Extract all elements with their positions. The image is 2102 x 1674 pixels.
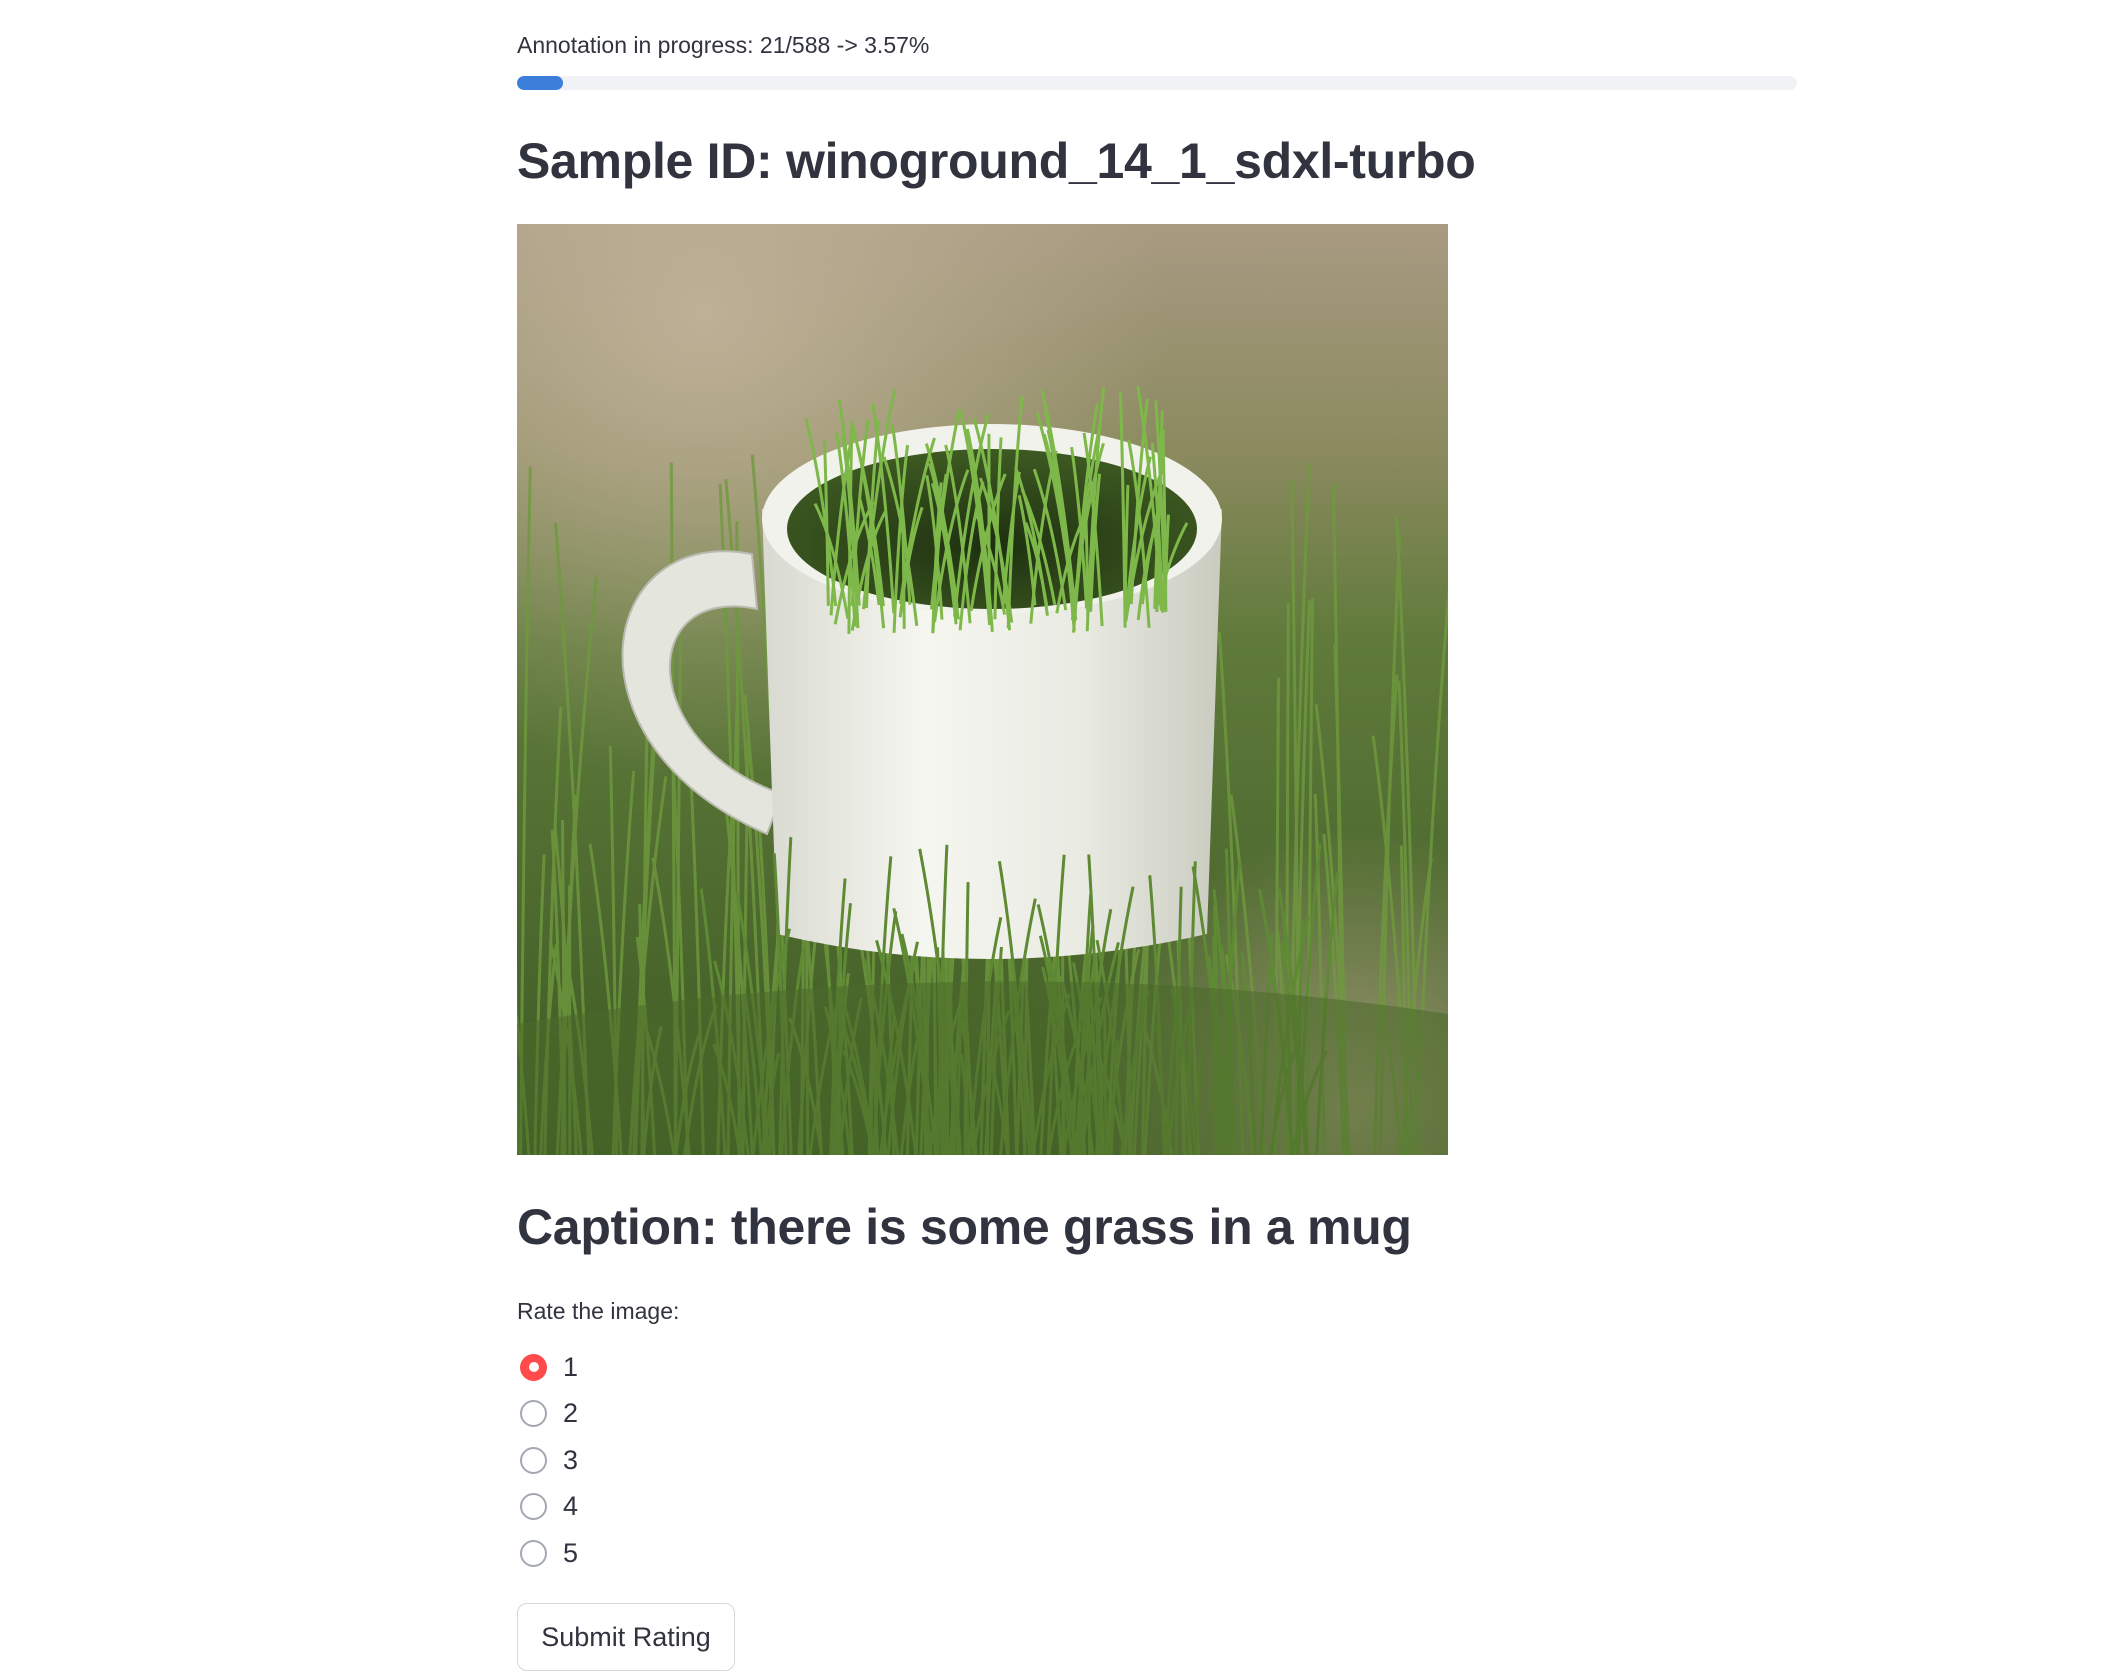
radio-button-2[interactable] — [520, 1400, 547, 1428]
rating-option-label: 4 — [563, 1491, 579, 1522]
rating-option-1[interactable]: 1 — [517, 1344, 578, 1391]
sample-image — [517, 224, 1448, 1155]
rating-option-label: 3 — [563, 1444, 579, 1475]
radio-button-3[interactable] — [520, 1446, 547, 1474]
rating-option-4[interactable]: 4 — [517, 1484, 578, 1531]
rating-option-3[interactable]: 3 — [517, 1437, 578, 1484]
rating-option-label: 1 — [563, 1351, 579, 1382]
rating-label: Rate the image: — [517, 1298, 680, 1324]
rating-option-5[interactable]: 5 — [517, 1530, 578, 1577]
sample-id-heading: Sample ID: winoground_14_1_sdxl-turbo — [517, 133, 1476, 189]
mug-with-grass-image — [517, 224, 1448, 1155]
radio-button-1[interactable] — [520, 1353, 547, 1381]
rating-option-2[interactable]: 2 — [517, 1391, 578, 1438]
radio-button-5[interactable] — [520, 1539, 547, 1567]
progress-bar — [517, 76, 1797, 90]
radio-button-4[interactable] — [520, 1493, 547, 1521]
rating-radio-group: 1 2 3 4 5 — [517, 1344, 578, 1577]
caption-heading: Caption: there is some grass in a mug — [517, 1199, 1412, 1255]
progress-label: Annotation in progress: 21/588 -> 3.57% — [517, 32, 930, 58]
rating-option-label: 2 — [563, 1398, 579, 1429]
rating-option-label: 5 — [563, 1537, 579, 1568]
progress-bar-fill — [517, 76, 563, 90]
submit-rating-button[interactable]: Submit Rating — [517, 1603, 735, 1671]
